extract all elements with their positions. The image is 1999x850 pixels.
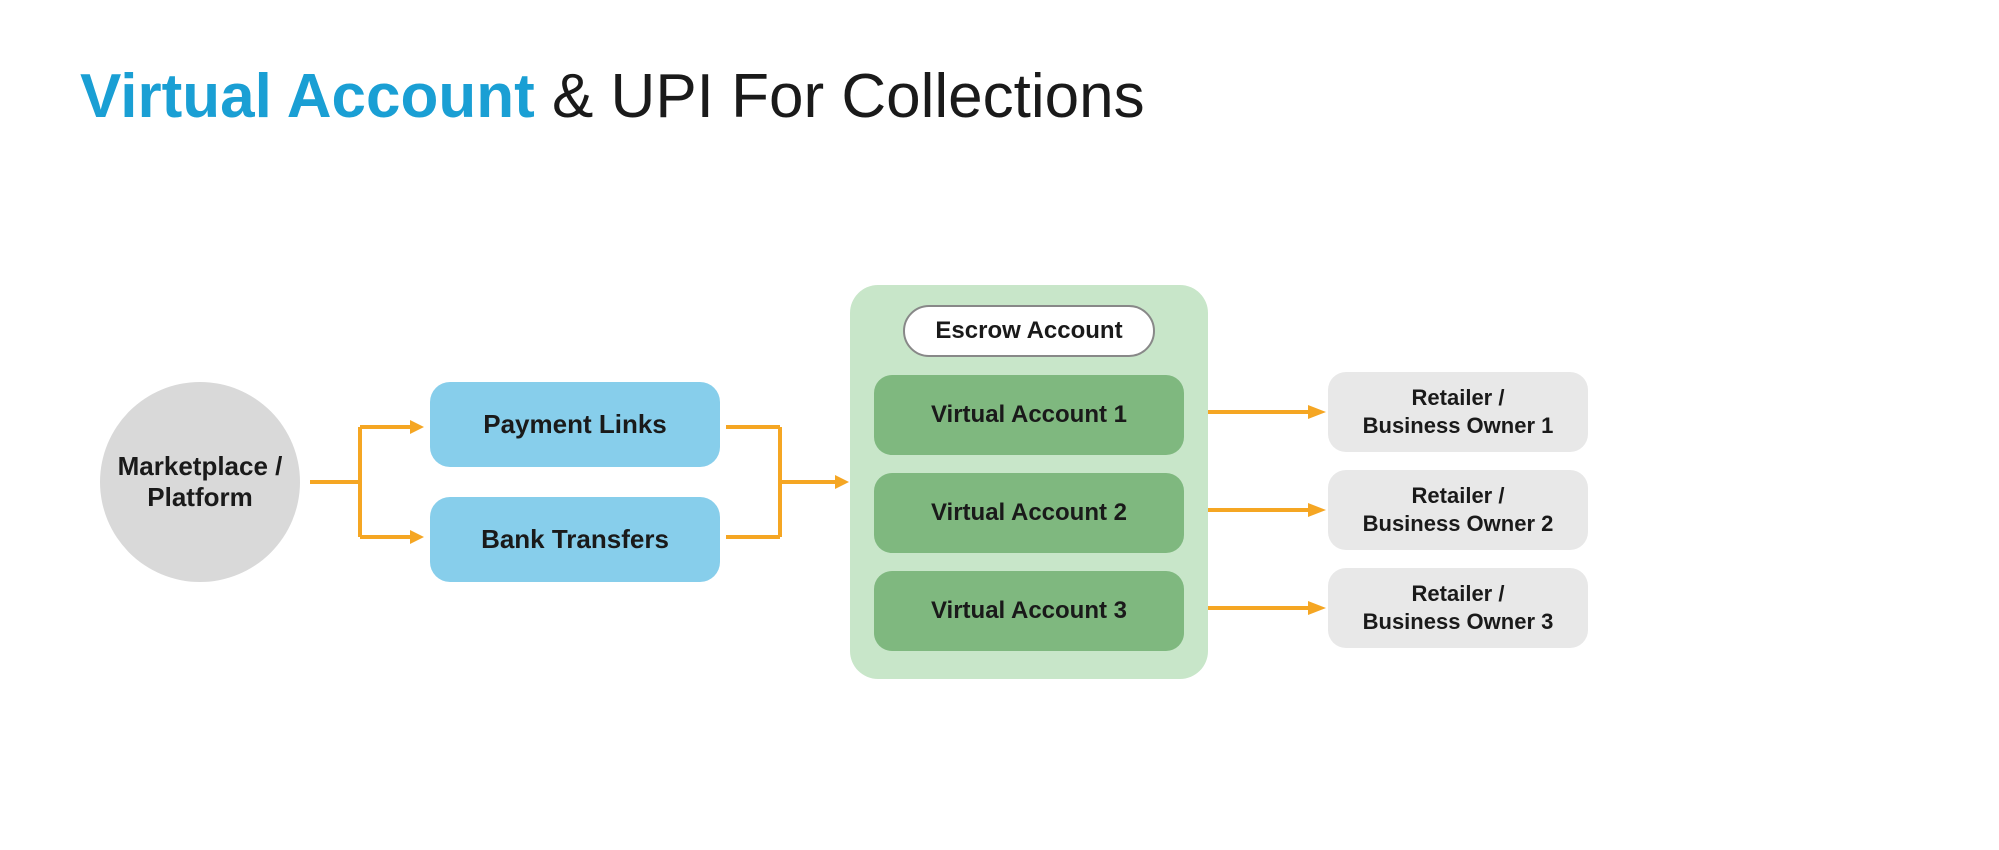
virtual-account-1-label: Virtual Account 1 — [931, 401, 1127, 429]
slide: Virtual Account & UPI For Collections Ma… — [0, 0, 1999, 850]
page-title: Virtual Account & UPI For Collections — [80, 60, 1919, 134]
diagram: Marketplace /Platform — [80, 174, 1919, 790]
va-arrow-row-2 — [1208, 470, 1328, 550]
branch-arrow-left — [300, 372, 430, 592]
virtual-account-1-box: Virtual Account 1 — [874, 375, 1184, 455]
title-bold: Virtual Account — [80, 62, 535, 131]
escrow-label: Escrow Account — [903, 305, 1154, 357]
payment-links-box: Payment Links — [430, 382, 720, 467]
merge-arrow — [720, 372, 850, 592]
retailer-boxes-container: Retailer /Business Owner 1 Retailer /Bus… — [1328, 316, 1588, 648]
marketplace-node: Marketplace /Platform — [100, 382, 300, 582]
virtual-account-3-box: Virtual Account 3 — [874, 571, 1184, 651]
title-rest: & UPI For Collections — [535, 62, 1145, 131]
retailer-3-box: Retailer /Business Owner 3 — [1328, 568, 1588, 648]
bank-transfers-label: Bank Transfers — [481, 524, 669, 555]
va-arrow-row-1 — [1208, 372, 1328, 452]
marketplace-label: Marketplace /Platform — [118, 451, 283, 513]
virtual-account-2-box: Virtual Account 2 — [874, 473, 1184, 553]
virtual-account-3-label: Virtual Account 3 — [931, 597, 1127, 625]
payment-boxes-container: Payment Links Bank Transfers — [430, 382, 720, 582]
va-arrows-section — [1208, 316, 1328, 648]
retailer-1-label: Retailer /Business Owner 1 — [1363, 384, 1554, 441]
retailer-2-label: Retailer /Business Owner 2 — [1363, 482, 1554, 539]
bank-transfers-box: Bank Transfers — [430, 497, 720, 582]
retailer-1-box: Retailer /Business Owner 1 — [1328, 372, 1588, 452]
va-arrow-row-3 — [1208, 568, 1328, 648]
payment-links-label: Payment Links — [483, 409, 667, 440]
escrow-container: Escrow Account Virtual Account 1 Virtual… — [850, 285, 1208, 679]
virtual-account-2-label: Virtual Account 2 — [931, 499, 1127, 527]
retailer-2-box: Retailer /Business Owner 2 — [1328, 470, 1588, 550]
retailer-3-label: Retailer /Business Owner 3 — [1363, 580, 1554, 637]
